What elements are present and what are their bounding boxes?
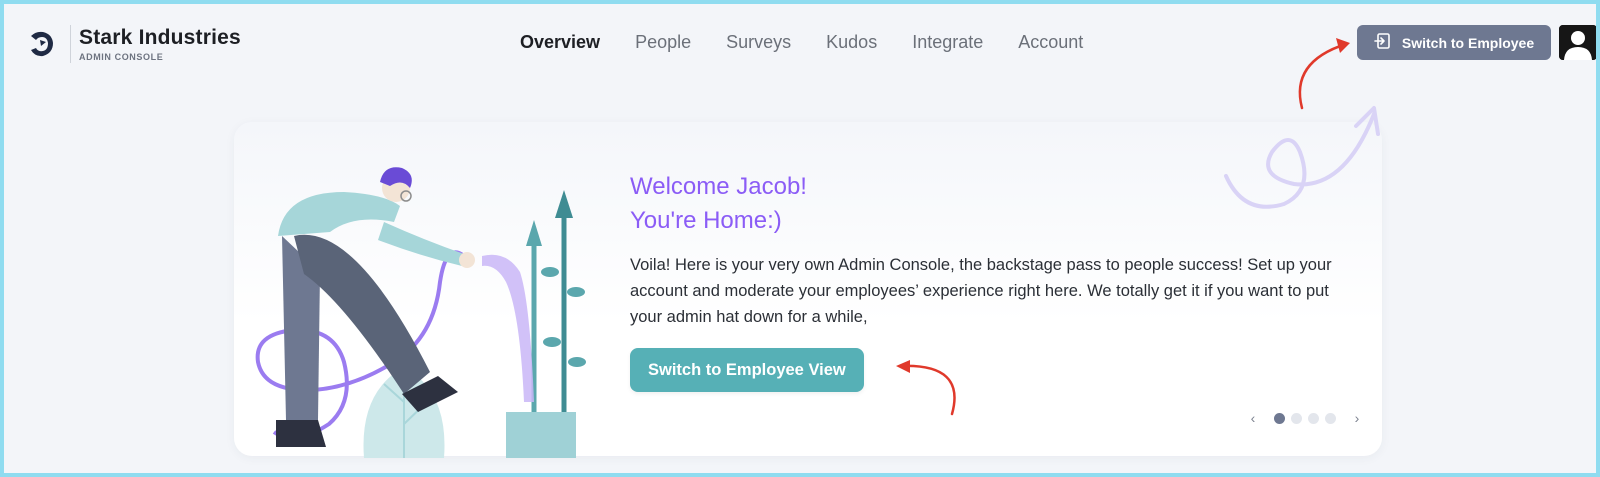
welcome-description: Voila! Here is your very own Admin Conso… — [630, 256, 1332, 326]
welcome-heading-line1: Welcome Jacob! — [630, 173, 807, 200]
carousel-dot[interactable] — [1291, 412, 1302, 424]
nav-kudos[interactable]: Kudos — [826, 32, 877, 53]
company-name: Stark Industries — [79, 26, 241, 49]
switch-login-icon — [1374, 32, 1392, 53]
main-nav: Overview People Surveys Kudos Integrate … — [520, 32, 1083, 53]
welcome-card: Welcome Jacob! You're Home:) Voila! Here… — [234, 122, 1382, 458]
brand-divider — [70, 25, 71, 63]
carousel-dots — [1274, 412, 1336, 424]
carousel-dot[interactable] — [1274, 412, 1285, 424]
switch-to-employee-view-button[interactable]: Switch to Employee View — [630, 348, 864, 392]
chevron-right-icon[interactable]: › — [1350, 410, 1364, 426]
nav-people[interactable]: People — [635, 32, 691, 53]
console-label: ADMIN CONSOLE — [79, 52, 164, 62]
nav-surveys[interactable]: Surveys — [726, 32, 791, 53]
user-avatar-icon[interactable] — [1559, 25, 1596, 60]
brand[interactable]: Stark Industries ADMIN CONSOLE — [22, 24, 241, 64]
app-frame: Stark Industries ADMIN CONSOLE Overview … — [0, 0, 1600, 477]
carousel-dot[interactable] — [1325, 412, 1336, 424]
nav-overview[interactable]: Overview — [520, 32, 600, 53]
gardener-illustration — [234, 162, 614, 458]
nav-integrate[interactable]: Integrate — [912, 32, 983, 53]
nav-account[interactable]: Account — [1018, 32, 1083, 53]
switch-to-employee-button[interactable]: Switch to Employee — [1357, 25, 1551, 60]
welcome-content: Welcome Jacob! You're Home:) Voila! Here… — [630, 170, 1350, 392]
switch-to-employee-label: Switch to Employee — [1401, 34, 1535, 51]
carousel-dot[interactable] — [1308, 412, 1319, 424]
stark-logo-icon — [22, 24, 62, 64]
annotation-arrow-icon — [1298, 42, 1348, 110]
welcome-heading-line2: You're Home:) — [630, 207, 782, 234]
chevron-left-icon[interactable]: ‹ — [1246, 410, 1260, 426]
carousel-controls: ‹ › — [1246, 410, 1364, 426]
